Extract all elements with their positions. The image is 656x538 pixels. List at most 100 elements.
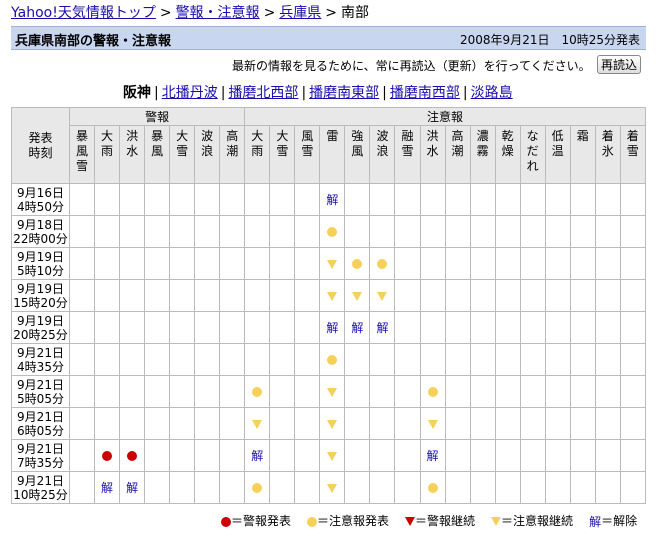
status-cell: [469, 183, 496, 216]
status-cell: [119, 183, 146, 216]
status-cell: [444, 247, 471, 280]
area-link-harima-southeast[interactable]: 播磨南東部: [309, 85, 379, 101]
cleared-mark: 解: [351, 321, 364, 335]
status-cell: [269, 375, 296, 408]
issue-date-text: 9月21日: [17, 409, 64, 424]
legend-label: ＝注意報発表: [317, 514, 390, 528]
status-cell: [569, 247, 596, 280]
column-header: 着雪: [619, 125, 646, 184]
status-cell: [144, 343, 171, 376]
area-link-awaji[interactable]: 淡路島: [471, 85, 513, 101]
breadcrumb-link-yahoo-weather[interactable]: Yahoo!天気情報トップ: [11, 5, 156, 21]
status-cell: [294, 215, 321, 248]
issue-time-text: 5時10分: [17, 263, 64, 278]
table-row: 9月21日 5時05分: [11, 375, 646, 408]
status-cell: [169, 407, 196, 440]
status-cell: [194, 439, 221, 472]
status-cell: [68, 247, 96, 280]
status-cell: [144, 471, 171, 504]
status-cell: [269, 407, 296, 440]
breadcrumb-link-warnings[interactable]: 警報・注意報: [176, 5, 260, 21]
warning-continued-icon: [405, 517, 416, 526]
status-cell: [68, 183, 96, 216]
warning-issued-icon: [127, 451, 138, 461]
breadcrumb-link-hyogo[interactable]: 兵庫県: [279, 5, 321, 21]
status-cell: [94, 343, 121, 376]
status-cell: [369, 279, 396, 312]
issue-time: 9月21日 4時35分: [11, 343, 70, 376]
issue-date-text: 9月16日: [17, 185, 64, 200]
status-cell: [519, 311, 546, 344]
status-cell: [269, 471, 296, 504]
cleared-mark: 解: [326, 321, 339, 335]
status-cell: [294, 183, 321, 216]
status-cell: [594, 311, 621, 344]
area-link-harima-northwest[interactable]: 播磨北西部: [228, 85, 298, 101]
advisory-issued-icon: [307, 516, 318, 527]
column-header: 乾燥: [494, 125, 521, 184]
status-cell: [494, 311, 521, 344]
status-cell: [394, 407, 421, 440]
status-cell: [394, 311, 421, 344]
status-cell: [169, 279, 196, 312]
status-cell: [519, 471, 546, 504]
cleared-mark: 解: [326, 193, 339, 207]
status-cell: 解: [319, 183, 346, 216]
advisory-issued-icon: [352, 259, 363, 269]
cleared-mark: 解: [376, 321, 389, 335]
status-cell: [319, 215, 346, 248]
issue-time-text: 5時05分: [17, 391, 64, 406]
status-cell: 解: [319, 311, 346, 344]
status-cell: [569, 343, 596, 376]
legend-item: ＝警報継続: [405, 514, 475, 528]
status-cell: [594, 247, 621, 280]
status-cell: [369, 215, 396, 248]
status-cell: [119, 279, 146, 312]
area-divider: |: [154, 85, 159, 101]
status-cell: [68, 215, 96, 248]
status-cell: [144, 375, 171, 408]
status-cell: [144, 407, 171, 440]
status-cell: [594, 407, 621, 440]
status-cell: [444, 471, 471, 504]
status-cell: [319, 375, 346, 408]
issue-date-text: 9月21日: [17, 377, 64, 392]
issue-time-text: 22時00分: [13, 231, 68, 246]
status-cell: [594, 375, 621, 408]
advisory-issued-icon: [252, 483, 263, 493]
status-cell: [144, 439, 171, 472]
warning-issued-icon: [102, 451, 113, 461]
advisory-issued-icon: [252, 387, 263, 397]
cleared-mark: 解: [426, 449, 439, 463]
legend-item: 解＝解除: [589, 514, 637, 529]
status-cell: [269, 279, 296, 312]
warning-issued-icon: [221, 516, 231, 527]
status-cell: [569, 215, 596, 248]
time-header: 発表 時刻: [11, 107, 70, 184]
status-cell: [169, 183, 196, 216]
status-cell: [68, 343, 96, 376]
status-cell: [144, 183, 171, 216]
status-cell: [544, 343, 571, 376]
status-cell: [469, 247, 496, 280]
issue-time: 9月16日 4時50分: [11, 183, 70, 216]
status-cell: [519, 183, 546, 216]
column-header: 波浪: [369, 125, 396, 184]
reload-button[interactable]: 再読込: [597, 55, 641, 74]
status-cell: [369, 183, 396, 216]
status-cell: [119, 407, 146, 440]
cleared-mark: 解: [589, 515, 602, 529]
status-cell: [94, 279, 121, 312]
area-link-kitaharima-tanba[interactable]: 北播丹波: [162, 85, 218, 101]
status-cell: [494, 247, 521, 280]
status-cell: [119, 375, 146, 408]
column-header: 大雪: [269, 125, 296, 184]
status-cell: [519, 215, 546, 248]
status-cell: 解: [119, 471, 146, 504]
status-cell: [569, 375, 596, 408]
breadcrumb-separator: >: [325, 5, 338, 21]
status-cell: [594, 439, 621, 472]
status-cell: [419, 279, 446, 312]
area-link-harima-southwest[interactable]: 播磨南西部: [390, 85, 460, 101]
status-cell: [244, 247, 271, 280]
